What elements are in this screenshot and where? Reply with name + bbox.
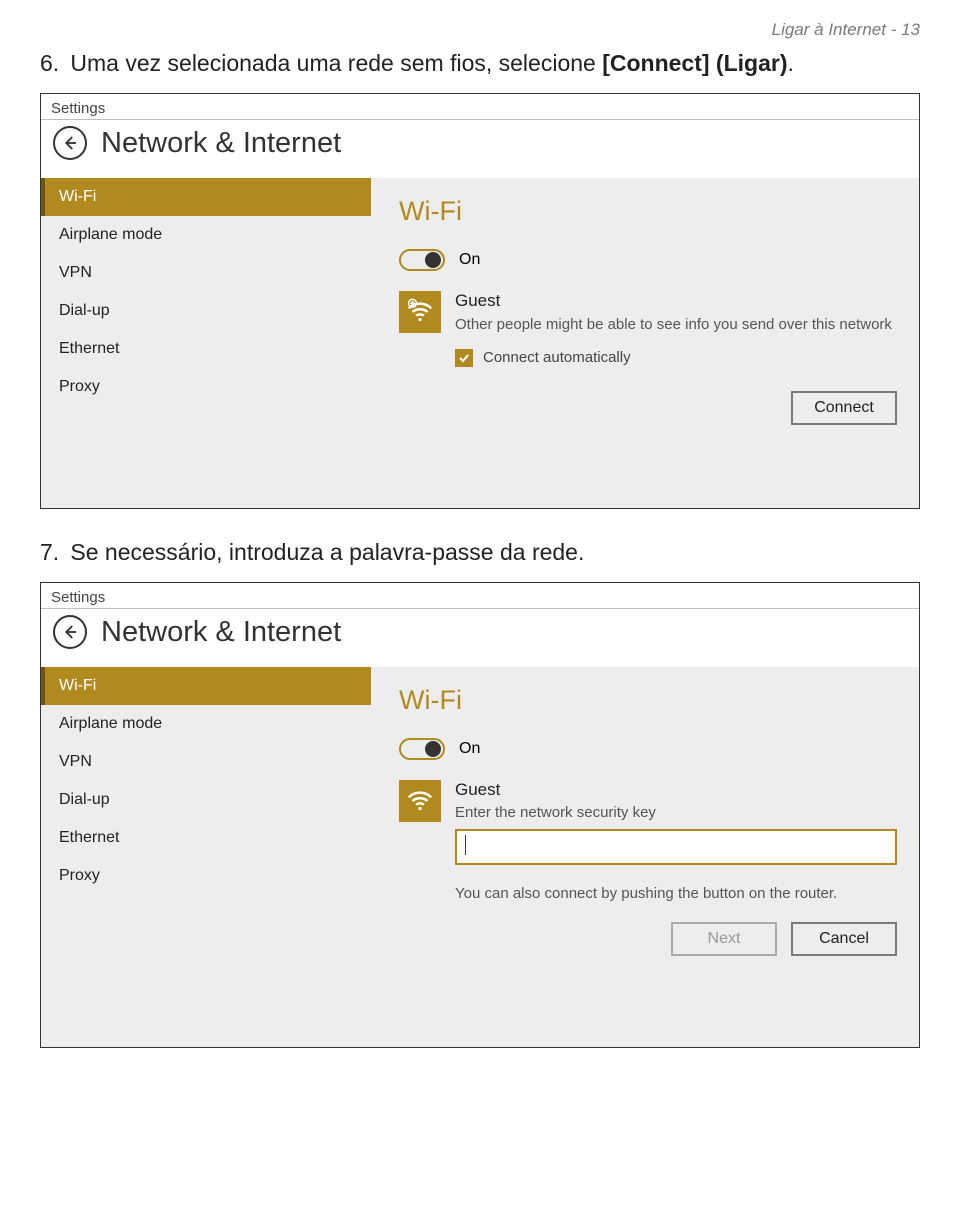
step-6-text-a: Uma vez selecionada uma rede sem fios, s… — [70, 50, 602, 76]
step-6: 6. Uma vez selecionada uma rede sem fios… — [40, 48, 920, 79]
sidebar-item-wifi[interactable]: Wi-Fi — [41, 178, 371, 216]
sidebar-2: Wi-Fi Airplane mode VPN Dial-up Ethernet… — [41, 667, 371, 1047]
next-button[interactable]: Next — [671, 922, 777, 956]
page-title: Network & Internet — [101, 127, 341, 160]
network-name: Guest — [455, 291, 897, 311]
screenshot-2: Settings Network & Internet Wi-Fi Airpla… — [40, 582, 920, 1048]
connect-auto-checkbox[interactable] — [455, 349, 473, 367]
settings-label-2: Settings — [41, 583, 919, 609]
step-6-bold: [Connect] (Ligar) — [602, 50, 787, 76]
sidebar-item-wifi-2[interactable]: Wi-Fi — [41, 667, 371, 705]
step-6-num: 6. — [40, 48, 64, 79]
screenshot-1: Settings Network & Internet Wi-Fi Airpla… — [40, 93, 920, 509]
wifi-warning-icon — [399, 291, 441, 333]
router-note: You can also connect by pushing the butt… — [455, 885, 897, 902]
back-button[interactable] — [53, 126, 87, 160]
sidebar-item-proxy[interactable]: Proxy — [41, 368, 371, 406]
page-header: Ligar à Internet - 13 — [40, 20, 920, 40]
wifi-icon — [399, 780, 441, 822]
sidebar-item-dialup[interactable]: Dial-up — [41, 292, 371, 330]
back-button-2[interactable] — [53, 615, 87, 649]
cancel-button[interactable]: Cancel — [791, 922, 897, 956]
step-7: 7. Se necessário, introduza a palavra-pa… — [40, 537, 920, 568]
arrow-left-icon — [61, 134, 79, 152]
sidebar-item-ethernet-2[interactable]: Ethernet — [41, 819, 371, 857]
sidebar-item-vpn-2[interactable]: VPN — [41, 743, 371, 781]
wifi-toggle-2[interactable] — [399, 738, 445, 760]
step-7-num: 7. — [40, 537, 64, 568]
content-heading-2: Wi-Fi — [399, 685, 897, 716]
content-heading: Wi-Fi — [399, 196, 897, 227]
page-title-2: Network & Internet — [101, 616, 341, 649]
connect-button[interactable]: Connect — [791, 391, 897, 425]
step-6-text-b: . — [787, 50, 793, 76]
network-warning: Other people might be able to see info y… — [455, 315, 897, 335]
connect-auto-label: Connect automatically — [483, 349, 631, 366]
wifi-toggle[interactable] — [399, 249, 445, 271]
sidebar-item-proxy-2[interactable]: Proxy — [41, 857, 371, 895]
sidebar-item-vpn[interactable]: VPN — [41, 254, 371, 292]
toggle-state: On — [459, 251, 480, 269]
check-icon — [458, 352, 470, 364]
security-key-label: Enter the network security key — [455, 804, 897, 821]
sidebar: Wi-Fi Airplane mode VPN Dial-up Ethernet… — [41, 178, 371, 508]
sidebar-item-dialup-2[interactable]: Dial-up — [41, 781, 371, 819]
settings-label: Settings — [41, 94, 919, 120]
toggle-state-2: On — [459, 740, 480, 758]
sidebar-item-airplane-2[interactable]: Airplane mode — [41, 705, 371, 743]
arrow-left-icon — [61, 623, 79, 641]
step-7-text: Se necessário, introduza a palavra-passe… — [70, 539, 584, 565]
network-name-2: Guest — [455, 780, 897, 800]
security-key-input[interactable] — [455, 829, 897, 865]
sidebar-item-airplane[interactable]: Airplane mode — [41, 216, 371, 254]
network-item-2[interactable]: Guest Enter the network security key You… — [399, 780, 897, 956]
sidebar-item-ethernet[interactable]: Ethernet — [41, 330, 371, 368]
network-item[interactable]: Guest Other people might be able to see … — [399, 291, 897, 335]
